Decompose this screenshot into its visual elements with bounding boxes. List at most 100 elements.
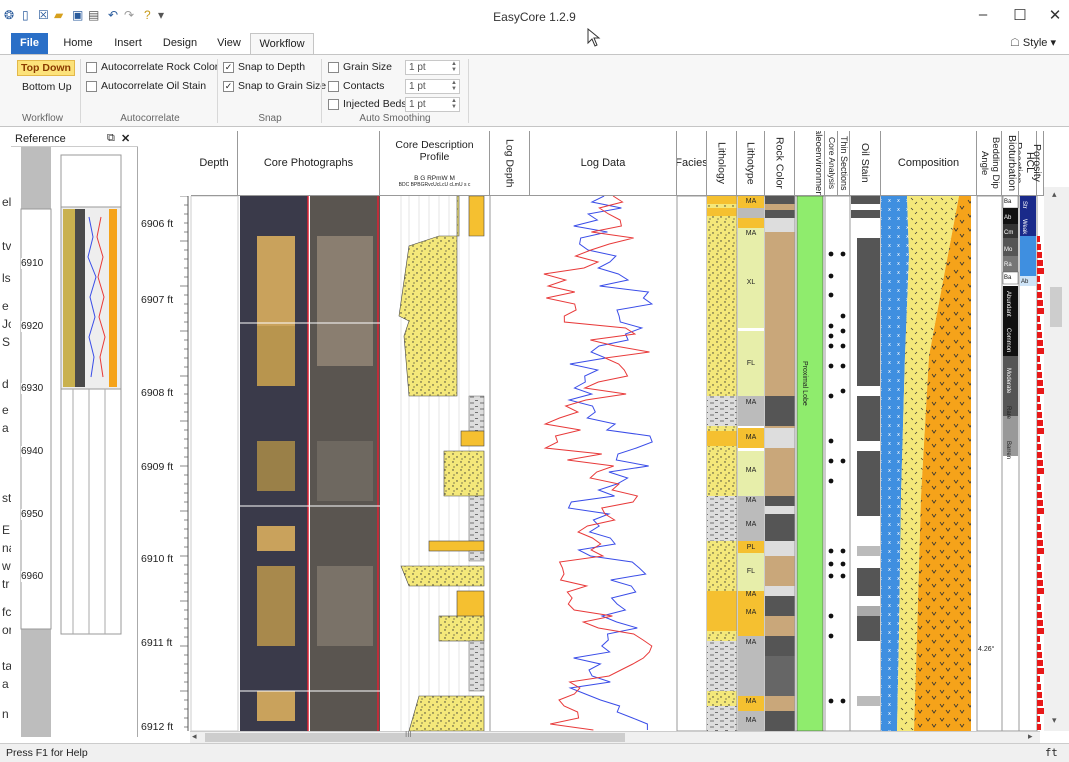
float-panel-icon[interactable]: ⧉ xyxy=(107,132,115,145)
scroll-up-icon[interactable]: ▴ xyxy=(1052,189,1057,200)
maximize-button[interactable]: ☐ xyxy=(1005,6,1035,24)
rock-color-track xyxy=(765,196,795,731)
lithotype-label: MA xyxy=(745,434,757,441)
vertical-scrollbar[interactable]: ▴ ▾ xyxy=(1044,187,1069,731)
contacts-points-field[interactable]: 1 pt ▲ ▼ xyxy=(405,79,460,94)
sample-dot xyxy=(828,292,834,298)
snap-to-depth-checkbox[interactable]: ✓ Snap to Depth xyxy=(223,61,305,73)
bio-scale-label: Moderate xyxy=(1005,368,1011,394)
porosity-bar xyxy=(1037,436,1040,442)
app-title: EasyCore 1.2.9 xyxy=(493,10,576,24)
core-photo-band xyxy=(257,526,295,551)
style-menu[interactable]: ☖ Style ▾ xyxy=(1010,33,1069,54)
checkbox-icon xyxy=(328,80,339,92)
porosity-bar xyxy=(1037,252,1042,258)
bio-scale-label: Common xyxy=(1005,328,1011,353)
oil-stain-band xyxy=(857,616,880,641)
spinner-icon[interactable]: ▲ ▼ xyxy=(451,80,457,92)
tab-workflow[interactable]: Workflow xyxy=(250,33,314,54)
bed xyxy=(468,196,485,237)
lithotype-block xyxy=(738,208,764,218)
porosity-bar xyxy=(1037,308,1044,314)
minimize-button[interactable]: – xyxy=(968,6,998,23)
porosity-bar xyxy=(1037,588,1044,594)
porosity-bar xyxy=(1037,236,1040,242)
smoothing-grain-size-checkbox[interactable]: Grain Size xyxy=(328,61,392,73)
tab-insert[interactable]: Insert xyxy=(108,33,148,54)
scroll-thumb[interactable] xyxy=(1050,287,1062,327)
header-paleoenvironment: aleoenvironmen xyxy=(795,131,825,196)
scroll-left-icon[interactable]: ◂ xyxy=(192,731,197,742)
autocorrelate-rock-color-checkbox[interactable]: Autocorrelate Rock Color xyxy=(86,61,218,73)
sample-dot xyxy=(828,251,834,257)
porosity-bar xyxy=(1037,580,1043,586)
reference-overview[interactable] xyxy=(11,147,138,737)
grain-size-points-field[interactable]: 1 pt ▲ ▼ xyxy=(405,60,460,75)
header-log-depth: Log Depth xyxy=(490,131,530,196)
ribbon-separator xyxy=(217,59,218,123)
rock-color-band xyxy=(765,586,795,596)
sample-dot xyxy=(840,388,846,394)
snap-to-grain-size-checkbox[interactable]: ✓ Snap to Grain Size xyxy=(223,80,326,92)
spinner-icon[interactable]: ▲ ▼ xyxy=(451,61,457,73)
sample-dot xyxy=(840,343,846,349)
depth-label: 6909 ft xyxy=(141,461,174,473)
scroll-right-icon[interactable]: ▸ xyxy=(1028,731,1033,742)
bio-scale-label: Rare xyxy=(1005,406,1011,420)
core-photo-track xyxy=(240,196,380,731)
porosity-bar xyxy=(1037,596,1040,602)
core-photo-band xyxy=(257,236,295,326)
oil-stain-band xyxy=(851,210,880,218)
reference-depth-label: 6960 xyxy=(21,571,44,582)
sample-dot xyxy=(828,458,834,464)
close-button[interactable]: ✕ xyxy=(1040,6,1069,24)
sample-dot xyxy=(828,438,834,444)
tab-view[interactable]: View xyxy=(211,33,247,54)
oil-stain-band xyxy=(857,451,880,496)
header-core-description: Core Description Profile B G RPmW M BDC … xyxy=(380,131,490,196)
horizontal-scrollbar[interactable]: ◂ III ▸ xyxy=(190,730,1040,743)
porosity-bar xyxy=(1037,324,1041,330)
bio-label: Ab xyxy=(1004,215,1012,221)
lithotype-label: MA xyxy=(745,230,757,237)
edge-text: n xyxy=(2,707,9,721)
rock-color-band xyxy=(765,711,795,731)
close-panel-icon[interactable]: ✕ xyxy=(121,132,130,145)
lithology-bed xyxy=(707,196,737,204)
scroll-down-icon[interactable]: ▾ xyxy=(1052,715,1057,726)
oil-stain-band xyxy=(857,606,880,616)
tab-home[interactable]: Home xyxy=(58,33,98,54)
header-thin-sections: Thin Sections xyxy=(838,131,850,196)
reference-depth-label: 6910 xyxy=(21,258,44,269)
spinner-icon[interactable]: ▲ ▼ xyxy=(451,98,457,110)
core-photo-band xyxy=(317,566,373,646)
porosity-bar xyxy=(1037,556,1040,562)
oil-stain-band xyxy=(857,238,880,386)
lithology-bed xyxy=(707,208,737,216)
background-window-edge: el tv ls e Jc S d e a st E na w tr fc or… xyxy=(0,131,11,737)
rock-color-band xyxy=(765,514,795,541)
core-log-view[interactable]: Depth Core Photographs Core Description … xyxy=(139,131,1044,737)
hcl-label: Weak xyxy=(1021,219,1027,235)
lithotype-block xyxy=(738,218,764,228)
porosity-bar xyxy=(1037,636,1040,642)
porosity-bar xyxy=(1037,492,1042,498)
injected-beds-points-field[interactable]: 1 pt ▲ ▼ xyxy=(405,97,460,112)
tab-file[interactable]: File xyxy=(11,33,48,54)
core-photo-band xyxy=(257,691,295,721)
thumb-composition-strip xyxy=(109,209,117,387)
smoothing-injected-beds-checkbox[interactable]: Injected Beds xyxy=(328,98,407,110)
bottom-up-button[interactable]: Bottom Up xyxy=(22,81,72,93)
autocorrelate-oil-stain-checkbox[interactable]: Autocorrelate Oil Stain xyxy=(86,80,206,92)
tab-design[interactable]: Design xyxy=(158,33,202,54)
edge-text: fc xyxy=(2,605,11,619)
top-down-button[interactable]: Top Down xyxy=(17,60,75,76)
porosity-bar xyxy=(1037,364,1041,370)
reference-depth-label: 6950 xyxy=(21,509,44,520)
rock-color-band xyxy=(765,210,795,218)
porosity-bar xyxy=(1037,420,1043,426)
porosity-bar xyxy=(1037,684,1041,690)
smoothing-contacts-checkbox[interactable]: Contacts xyxy=(328,80,384,92)
scroll-thumb[interactable] xyxy=(205,733,625,742)
porosity-bar xyxy=(1037,652,1042,658)
